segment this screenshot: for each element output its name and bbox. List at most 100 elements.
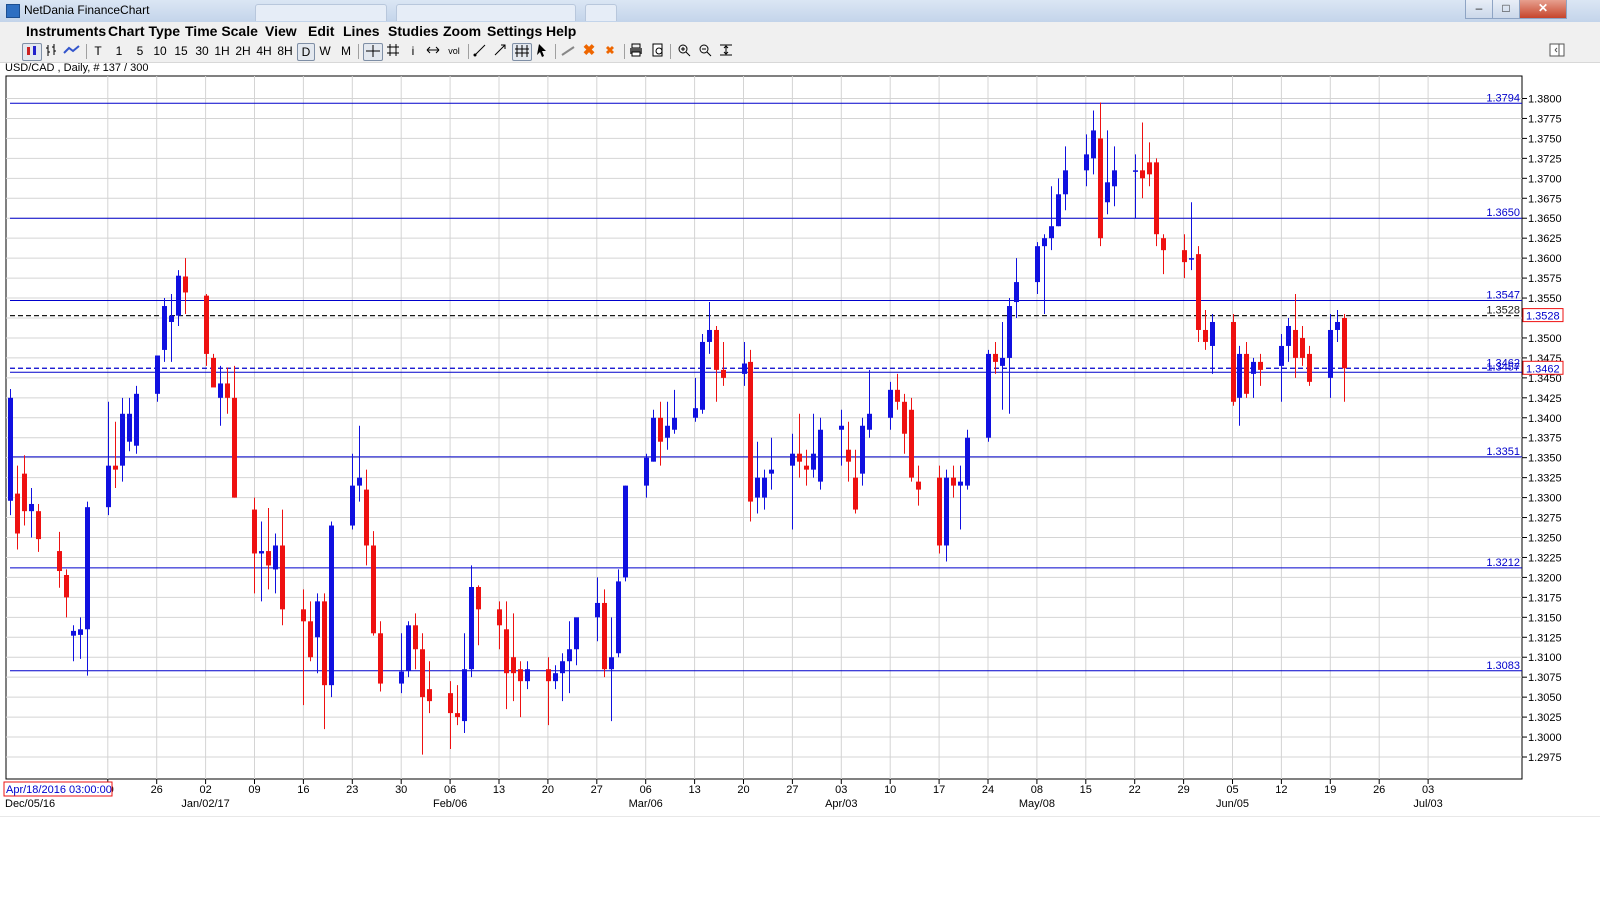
candle-body bbox=[1161, 238, 1166, 251]
candle-body bbox=[15, 493, 20, 534]
x-tick-label: 20 bbox=[737, 784, 749, 796]
candle bbox=[1231, 314, 1236, 406]
candle-body bbox=[811, 453, 816, 470]
candle-body bbox=[64, 575, 69, 598]
candle-body bbox=[176, 275, 181, 316]
x-tick-label: 17 bbox=[933, 784, 945, 796]
candle-body bbox=[1112, 170, 1117, 187]
candle-body bbox=[1342, 318, 1347, 369]
y-tick-label: 1.3075 bbox=[1528, 672, 1562, 684]
horizontal-line-label: 1.3794 bbox=[1486, 92, 1520, 104]
candle-body bbox=[280, 545, 285, 610]
candle-body bbox=[183, 276, 188, 293]
x-tick-label: 24 bbox=[982, 784, 994, 796]
y-tick-label: 1.3800 bbox=[1528, 94, 1562, 106]
y-tick-label: 1.3625 bbox=[1528, 233, 1562, 245]
candle-body bbox=[357, 477, 362, 486]
y-tick-label: 1.3100 bbox=[1528, 652, 1562, 664]
candle-body bbox=[273, 545, 278, 570]
candle-body bbox=[672, 417, 677, 430]
candle-body bbox=[804, 465, 809, 470]
x-tick-label: 12 bbox=[1275, 784, 1287, 796]
candle-body bbox=[1007, 306, 1012, 358]
y-tick-label: 1.3775 bbox=[1528, 113, 1562, 125]
candle-body bbox=[1244, 353, 1249, 394]
candle-body bbox=[448, 693, 453, 714]
x-tick-label: 26 bbox=[1373, 784, 1385, 796]
x-date-label: Apr/03 bbox=[825, 798, 857, 810]
y-tick-label: 1.3675 bbox=[1528, 193, 1562, 205]
candle-body bbox=[204, 295, 209, 354]
candle-body bbox=[755, 477, 760, 498]
candle-body bbox=[623, 485, 628, 578]
candle-body bbox=[616, 581, 621, 654]
candle-body bbox=[902, 401, 907, 434]
candle-body bbox=[839, 425, 844, 430]
candle-body bbox=[134, 393, 139, 446]
candle-body bbox=[29, 503, 34, 512]
candle-body bbox=[867, 413, 872, 430]
candle-body bbox=[259, 551, 264, 554]
y-tick-label: 1.3575 bbox=[1528, 273, 1562, 285]
candle-body bbox=[371, 545, 376, 634]
candle-body bbox=[1105, 182, 1110, 203]
candle-body bbox=[986, 353, 991, 438]
x-tick-label: 26 bbox=[151, 784, 163, 796]
y-tick-label: 1.3025 bbox=[1528, 712, 1562, 724]
candle-body bbox=[85, 507, 90, 630]
candle-body bbox=[1098, 138, 1103, 239]
candle-body bbox=[958, 481, 963, 486]
first-date-label: Dec/05/16 bbox=[5, 798, 55, 810]
price-tag-label: 1.3462 bbox=[1526, 363, 1560, 375]
candle-body bbox=[462, 669, 467, 722]
candle-body bbox=[721, 369, 726, 378]
candle-body bbox=[78, 629, 83, 635]
x-tick-label: 06 bbox=[444, 784, 456, 796]
x-tick-label: 08 bbox=[1031, 784, 1043, 796]
candle-body bbox=[888, 389, 893, 418]
candle-body bbox=[406, 625, 411, 671]
candle bbox=[700, 333, 705, 414]
horizontal-line-label: 1.3083 bbox=[1486, 660, 1520, 672]
x-tick-label: 29 bbox=[1177, 784, 1189, 796]
candle-body bbox=[567, 649, 572, 662]
candle-body bbox=[1307, 353, 1312, 382]
candle-body bbox=[714, 329, 719, 370]
price-chart[interactable]: 1.37941.36501.35471.34571.33511.32121.30… bbox=[0, 0, 1600, 900]
candle-body bbox=[1210, 321, 1215, 346]
candle bbox=[909, 397, 914, 482]
candle-body bbox=[1189, 258, 1194, 260]
price-tag-label: 1.3528 bbox=[1526, 311, 1560, 323]
candle-body bbox=[106, 465, 111, 508]
y-tick-label: 1.3650 bbox=[1528, 213, 1562, 225]
candle-body bbox=[525, 669, 530, 682]
candle-body bbox=[266, 551, 271, 566]
y-tick-label: 1.3050 bbox=[1528, 692, 1562, 704]
y-tick-label: 1.3750 bbox=[1528, 133, 1562, 145]
x-date-label: Jan/02/17 bbox=[181, 798, 229, 810]
y-tick-label: 1.3375 bbox=[1528, 433, 1562, 445]
candle-body bbox=[127, 413, 132, 442]
x-tick-label: 02 bbox=[199, 784, 211, 796]
y-tick-label: 1.3200 bbox=[1528, 572, 1562, 584]
candle-body bbox=[518, 669, 523, 682]
y-tick-label: 1.3350 bbox=[1528, 453, 1562, 465]
candle bbox=[329, 521, 334, 698]
candle-body bbox=[742, 363, 747, 374]
status-area bbox=[0, 816, 1600, 901]
y-tick-label: 1.3300 bbox=[1528, 493, 1562, 505]
x-tick-label: 09 bbox=[248, 784, 260, 796]
candle-body bbox=[644, 457, 649, 486]
candle-body bbox=[427, 689, 432, 702]
candle-body bbox=[504, 629, 509, 674]
y-tick-label: 1.3700 bbox=[1528, 173, 1562, 185]
candle-body bbox=[1147, 162, 1152, 175]
candle-body bbox=[120, 413, 125, 466]
candle-body bbox=[113, 465, 118, 470]
x-tick-label: 20 bbox=[542, 784, 554, 796]
y-tick-label: 1.3425 bbox=[1528, 393, 1562, 405]
candle-body bbox=[315, 601, 320, 638]
candle-body bbox=[162, 306, 167, 350]
candle-body bbox=[350, 485, 355, 526]
y-tick-label: 1.3250 bbox=[1528, 533, 1562, 545]
